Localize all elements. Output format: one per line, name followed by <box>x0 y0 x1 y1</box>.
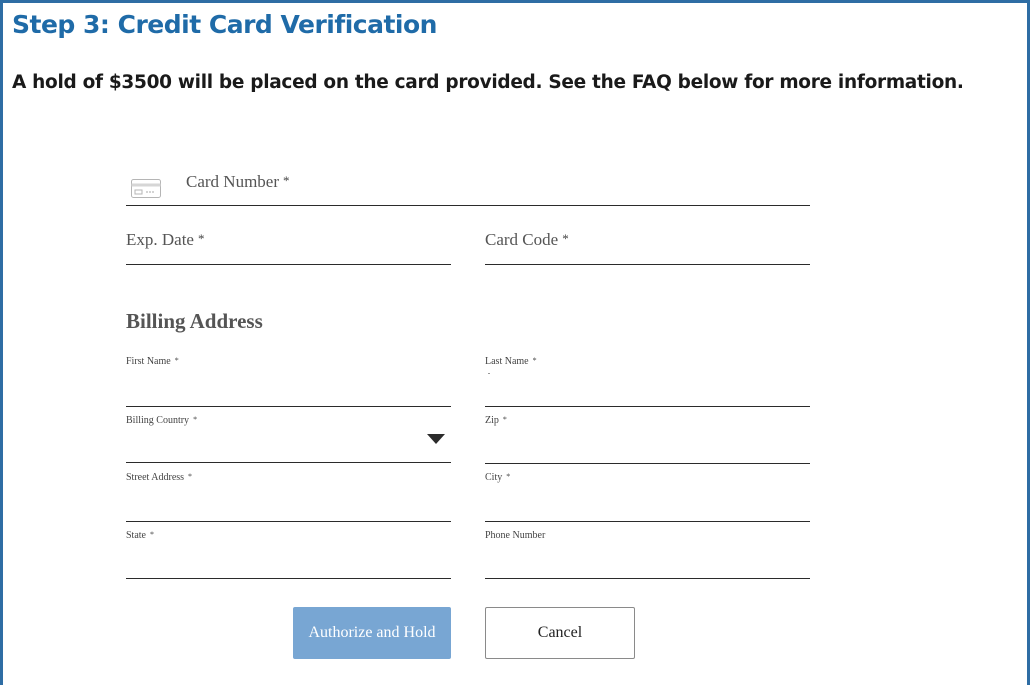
card-code-input[interactable] <box>485 226 810 265</box>
caret-down-icon[interactable] <box>427 434 445 444</box>
billing-address-heading: Billing Address <box>126 309 263 333</box>
zip-input[interactable] <box>485 411 810 464</box>
billing-country-select[interactable] <box>126 411 451 463</box>
step-panel <box>0 0 1030 685</box>
hold-notice: A hold of $3500 will be placed on the ca… <box>12 72 964 93</box>
step-title: Step 3: Credit Card Verification <box>12 10 437 39</box>
card-number-input[interactable] <box>126 168 810 206</box>
authorize-and-hold-button[interactable]: Authorize and Hold <box>293 607 451 659</box>
first-name-input[interactable] <box>126 352 451 407</box>
cancel-button[interactable]: Cancel <box>485 607 635 659</box>
last-name-input[interactable] <box>485 352 810 407</box>
phone-number-input[interactable] <box>485 526 810 579</box>
state-input[interactable] <box>126 526 451 579</box>
exp-date-input[interactable] <box>126 226 451 265</box>
street-address-input[interactable] <box>126 468 451 522</box>
city-input[interactable] <box>485 468 810 522</box>
